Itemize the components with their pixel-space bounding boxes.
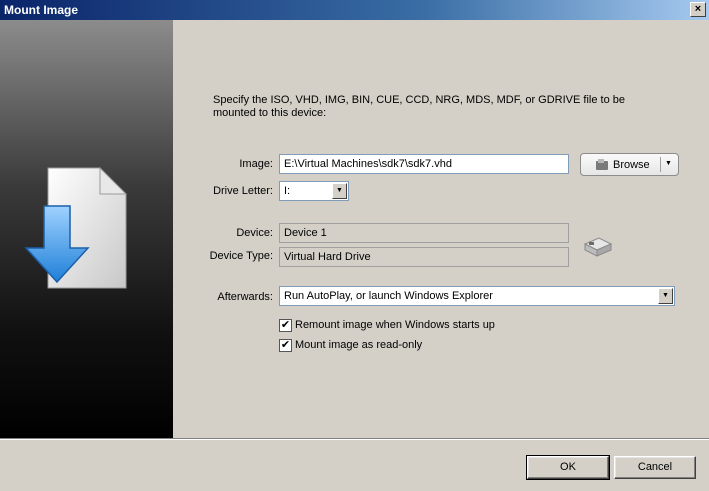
content-panel: Specify the ISO, VHD, IMG, BIN, CUE, CCD…	[173, 20, 709, 438]
folder-icon	[596, 159, 608, 170]
remount-label: Remount image when Windows starts up	[295, 319, 495, 331]
device-label: Device:	[236, 227, 273, 239]
image-path-input[interactable]: E:\Virtual Machines\sdk7\sdk7.vhd	[279, 154, 569, 174]
side-banner	[0, 20, 173, 438]
drive-letter-select[interactable]: I: ▼	[279, 181, 349, 201]
window-title: Mount Image	[4, 3, 78, 17]
hard-drive-icon	[583, 237, 613, 257]
browse-label: Browse	[613, 159, 650, 171]
checkmark-icon: ✔	[280, 319, 291, 331]
afterwards-value: Run AutoPlay, or launch Windows Explorer	[284, 290, 493, 302]
ok-button[interactable]: OK	[526, 455, 610, 480]
remount-checkbox[interactable]: ✔	[279, 319, 292, 332]
afterwards-label: Afterwards:	[217, 291, 273, 303]
afterwards-select[interactable]: Run AutoPlay, or launch Windows Explorer…	[279, 286, 675, 306]
image-label: Image:	[239, 158, 273, 170]
close-button[interactable]: ×	[690, 2, 706, 17]
browse-button[interactable]: Browse ▼	[580, 153, 679, 176]
device-type-field: Virtual Hard Drive	[279, 247, 569, 267]
readonly-label: Mount image as read-only	[295, 339, 423, 351]
footer-divider	[0, 438, 709, 440]
close-icon: ×	[694, 3, 702, 15]
drive-letter-value: I:	[284, 185, 291, 197]
device-type-label: Device Type:	[209, 250, 273, 262]
chevron-down-icon[interactable]: ▼	[665, 160, 672, 167]
title-bar: Mount Image ×	[0, 0, 709, 20]
instructions-text: Specify the ISO, VHD, IMG, BIN, CUE, CCD…	[213, 94, 625, 119]
document-download-icon	[24, 166, 128, 289]
split-divider	[660, 157, 661, 172]
checkmark-icon: ✔	[280, 339, 291, 351]
chevron-down-icon[interactable]: ▼	[658, 288, 673, 304]
device-field: Device 1	[279, 223, 569, 243]
chevron-down-icon[interactable]: ▼	[332, 183, 347, 199]
readonly-checkbox[interactable]: ✔	[279, 339, 292, 352]
cancel-button[interactable]: Cancel	[614, 456, 696, 479]
drive-letter-label: Drive Letter:	[213, 185, 273, 197]
